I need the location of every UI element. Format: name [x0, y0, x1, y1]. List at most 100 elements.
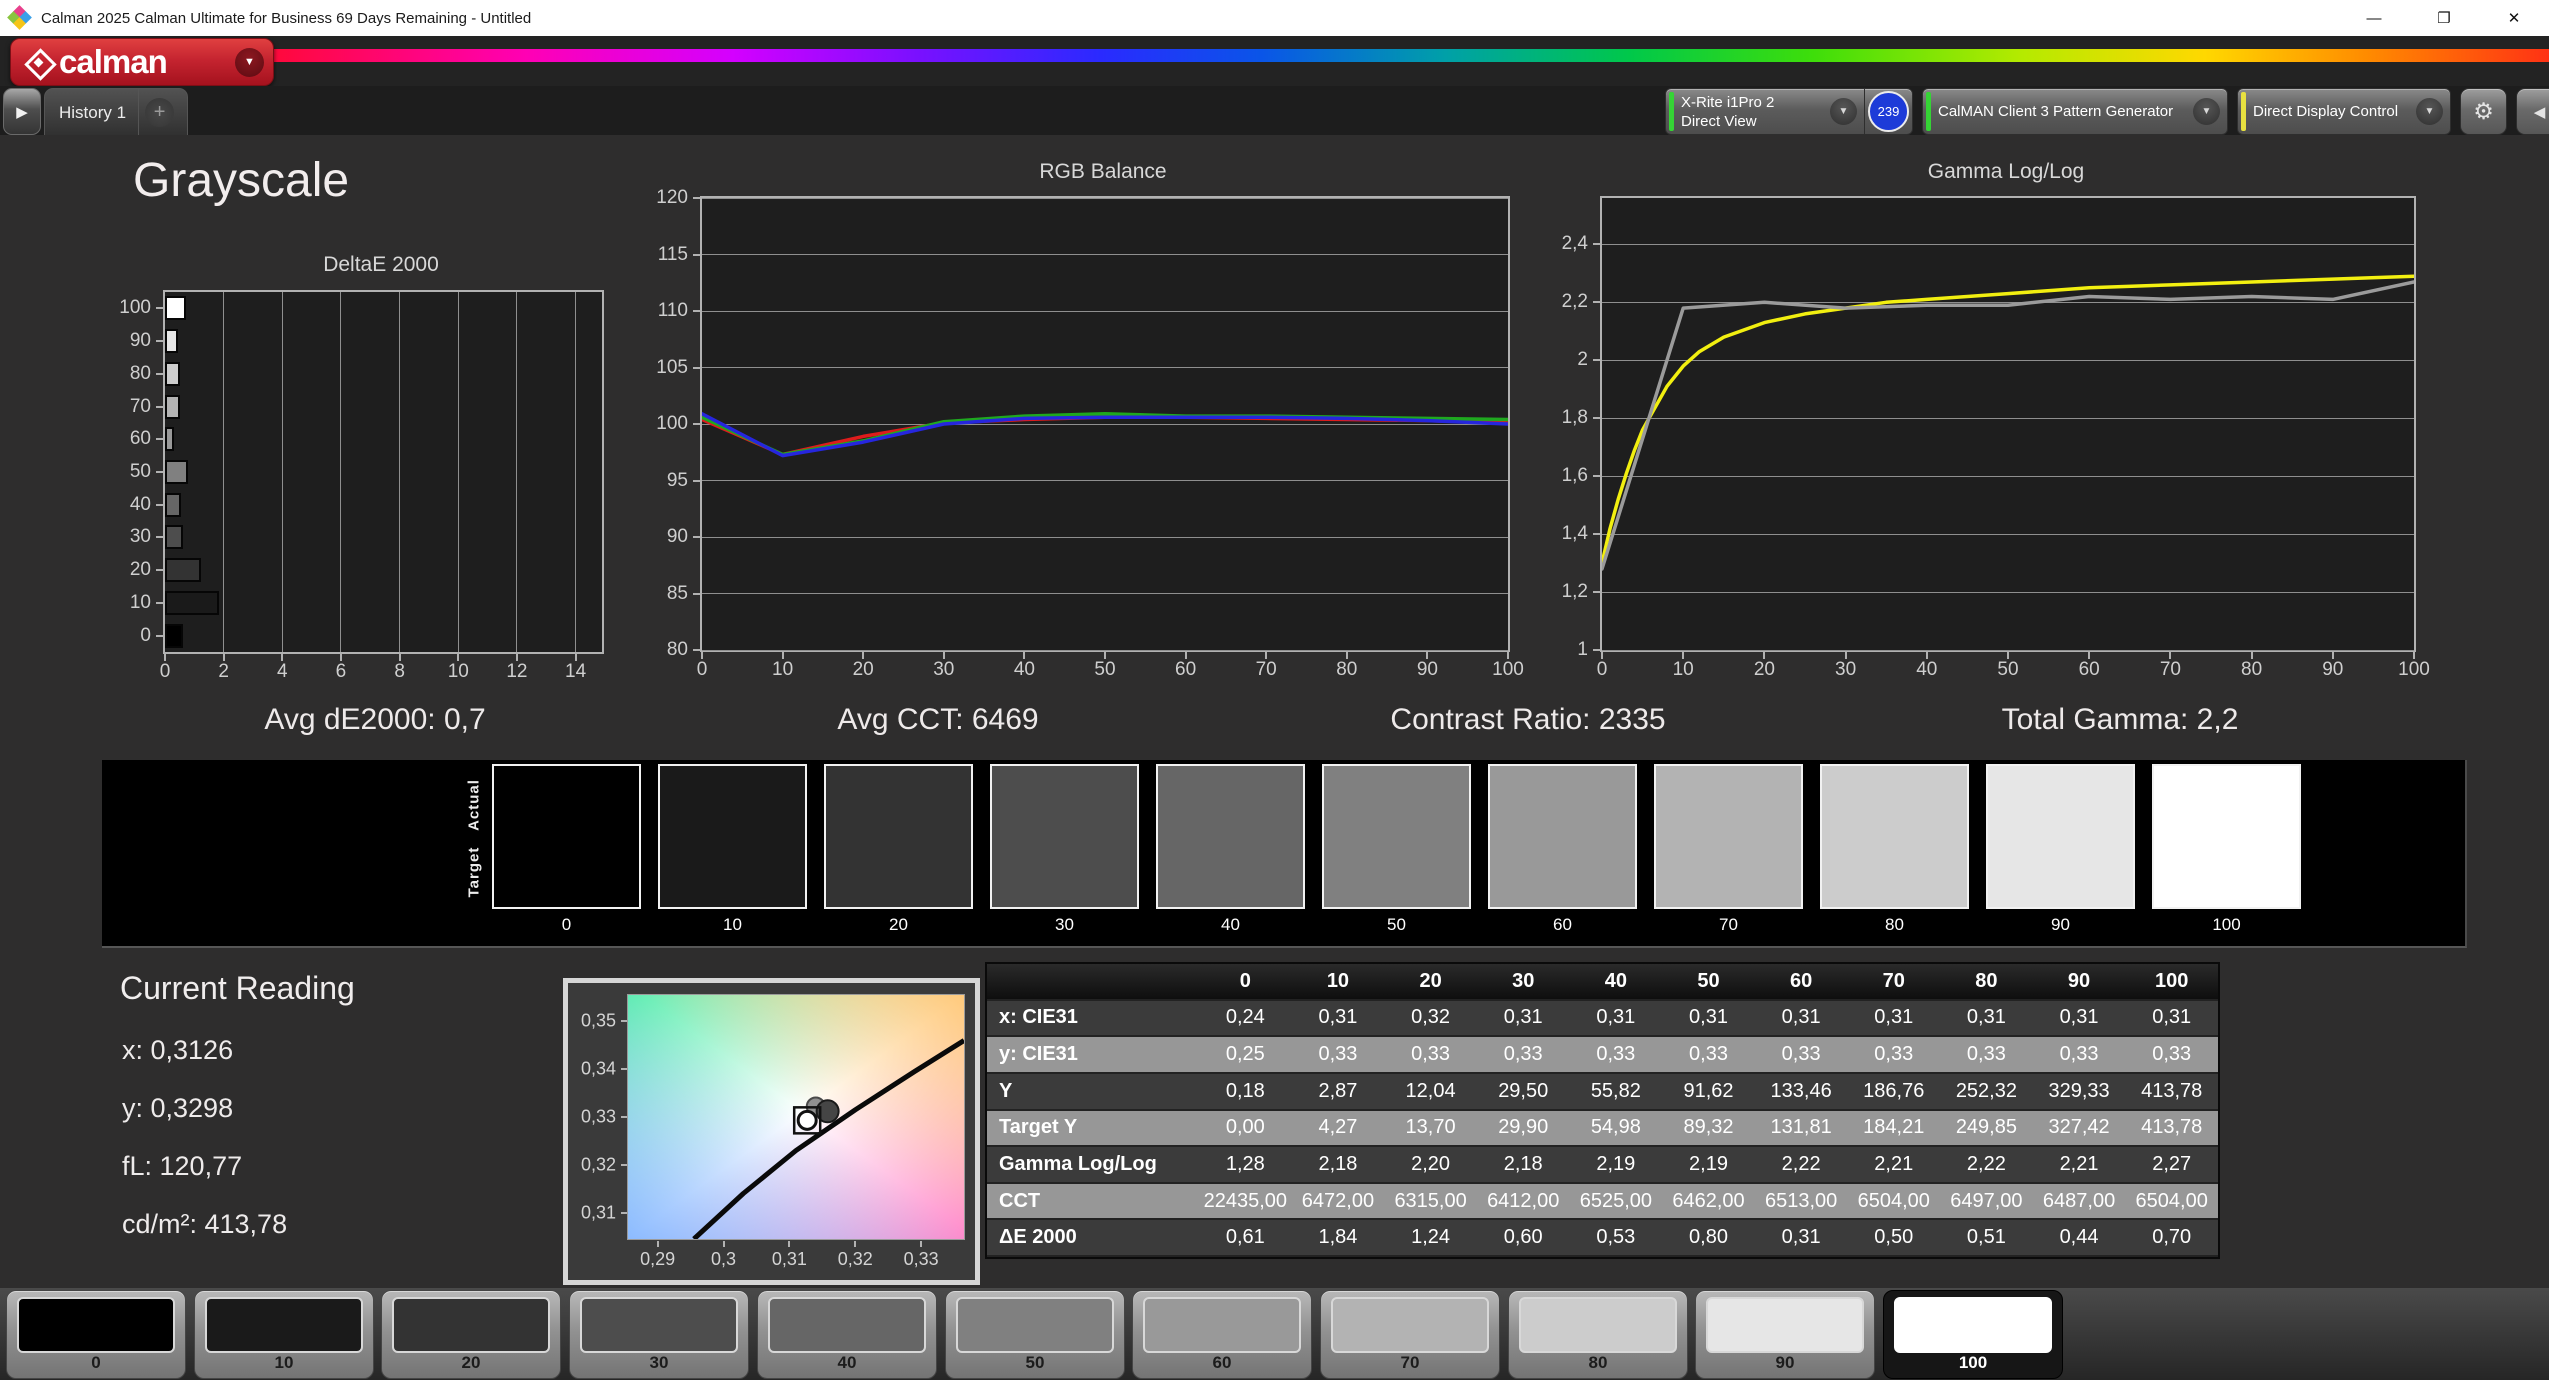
- close-icon[interactable]: ✕: [2479, 0, 2549, 36]
- deltae-bar-100: [165, 296, 186, 321]
- pattern-patch-40: [768, 1297, 926, 1353]
- deltae-bar-50: [165, 460, 189, 484]
- display-control-caret-icon[interactable]: ▼: [2416, 98, 2443, 125]
- calman-menu-caret-icon[interactable]: ▼: [235, 47, 264, 77]
- logo-bar: calman ▼: [0, 36, 2549, 86]
- calman-app-icon: [7, 5, 32, 30]
- table-row: CCT 22435,00 6472,00 6315,00 6412,00 6525,00 6…: [987, 1183, 2218, 1221]
- grayscale-swatch-70: [1654, 764, 1803, 909]
- grayscale-swatch-40: [1156, 764, 1305, 909]
- grayscale-swatch-50: [1322, 764, 1471, 909]
- pattern-button-40[interactable]: 40: [757, 1290, 937, 1379]
- swatch-label-10: 10: [723, 915, 742, 934]
- tab-bar: ▶ History 1 + X-Rite i1Pro 2 Direct View…: [0, 86, 2549, 136]
- page-title: Grayscale: [133, 154, 350, 207]
- deltae-bar-30: [165, 525, 183, 550]
- collapse-panel-icon[interactable]: ◀: [2516, 88, 2549, 135]
- current-reading-title: Current Reading: [120, 970, 355, 1006]
- titlebar: Calman 2025 Calman Ultimate for Business…: [0, 0, 2549, 36]
- swatch-label-80: 80: [1885, 915, 1904, 934]
- gamma-chart: 1 1,2 1,4 1,6 1,8 2 2,2 2,4 0 10 20 30 40 50 60 70 80 90 1…: [1562, 196, 2430, 680]
- pattern-generator-label: CalMAN Client 3 Pattern Generator: [1938, 103, 2174, 120]
- pattern-button-10[interactable]: 10: [194, 1290, 374, 1379]
- pattern-patch-100: [1894, 1297, 2052, 1353]
- minimize-icon[interactable]: —: [2339, 0, 2409, 36]
- deltae-bar-20: [165, 558, 202, 583]
- meter-caret-icon[interactable]: ▼: [1830, 98, 1857, 125]
- pattern-bar: ▲ ■ ▶ [··] ∞ ↻ « Back Next » 01020304050…: [0, 1288, 2549, 1380]
- pattern-label-10: 10: [274, 1353, 294, 1372]
- meter-dropdown[interactable]: X-Rite i1Pro 2 Direct View ▼ 239: [1665, 88, 1913, 135]
- pattern-generator-status-bar: [1926, 92, 1931, 131]
- deltae-chart-title: DeltaE 2000: [323, 253, 439, 276]
- cie-target-point: [796, 1109, 818, 1131]
- restore-icon[interactable]: ❐: [2409, 0, 2479, 36]
- table-row: Y 0,18 2,87 12,04 29,50 55,82 91,62 133,46 186,7…: [987, 1073, 2218, 1111]
- grayscale-swatch-90: [1986, 764, 2135, 909]
- pattern-button-80[interactable]: 80: [1508, 1290, 1688, 1379]
- pattern-button-70[interactable]: 70: [1320, 1290, 1500, 1379]
- calman-menu-button[interactable]: calman ▼: [10, 38, 274, 86]
- settings-gear-icon[interactable]: ⚙: [2460, 88, 2507, 135]
- swatch-label-100: 100: [2212, 915, 2241, 934]
- grayscale-swatch-60: [1488, 764, 1637, 909]
- grayscale-swatch-0: [492, 764, 641, 909]
- rgb-chart-title: RGB Balance: [1039, 160, 1167, 183]
- deltae-bar-0: [165, 623, 183, 648]
- window-title: Calman 2025 Calman Ultimate for Business…: [41, 9, 532, 27]
- grayscale-swatch-100: [2152, 764, 2301, 909]
- grayscale-swatch-80: [1820, 764, 1969, 909]
- pattern-label-20: 20: [461, 1353, 481, 1372]
- grayscale-swatch-30: [990, 764, 1139, 909]
- pattern-patch-10: [205, 1297, 363, 1353]
- pattern-patch-50: [956, 1297, 1114, 1353]
- reading-y: y: 0,3298: [122, 1093, 234, 1123]
- swatch-label-30: 30: [1055, 915, 1074, 934]
- pattern-generator-caret-icon[interactable]: ▼: [2193, 98, 2220, 125]
- pattern-button-30[interactable]: 30: [569, 1290, 749, 1379]
- swatch-label-50: 50: [1387, 915, 1406, 934]
- tab-history-1[interactable]: History 1 +: [44, 88, 188, 136]
- meter-mode: Direct View: [1681, 112, 1757, 130]
- deltae-bar-60: [165, 427, 175, 452]
- stat-avg-cct: Avg CCT: 6469: [837, 703, 1039, 736]
- grayscale-swatch-20: [824, 764, 973, 909]
- calman-diamond-icon: [24, 48, 57, 81]
- calman-window: Calman 2025 Calman Ultimate for Business…: [0, 0, 2549, 1380]
- table-row: Target Y 0,00 4,27 13,70 29,90 54,98 89,32 131,…: [987, 1110, 2218, 1148]
- grayscale-swatch-10: [658, 764, 807, 909]
- pattern-patch-90: [1706, 1297, 1864, 1353]
- reading-cdm2: cd/m²: 413,78: [122, 1209, 288, 1239]
- reading-x: x: 0,3126: [122, 1035, 234, 1065]
- workflow-nav-button[interactable]: ▶: [3, 88, 41, 135]
- deltae-bar-40: [165, 492, 181, 517]
- deltae-bar-80: [165, 361, 180, 386]
- display-control-dropdown[interactable]: Direct Display Control ▼: [2237, 88, 2451, 135]
- pattern-button-20[interactable]: 20: [381, 1290, 561, 1379]
- stat-contrast-ratio: Contrast Ratio: 2335: [1390, 703, 1666, 736]
- pattern-button-100[interactable]: 100: [1883, 1290, 2063, 1379]
- pattern-button-90[interactable]: 90: [1695, 1290, 1875, 1379]
- pattern-generator-dropdown[interactable]: CalMAN Client 3 Pattern Generator ▼: [1922, 88, 2228, 135]
- main-content: Grayscale DeltaE 2000 0 2 4 6 8 10 12 14 100 90 80…: [0, 135, 2549, 1288]
- calman-logo-text: calman: [59, 43, 168, 80]
- table-row: ΔE 2000 0,61 1,84 1,24 0,60 0,53 0,80 0,31 0,50 0…: [987, 1220, 2218, 1257]
- target-row-label: Target: [465, 846, 483, 898]
- swatch-label-20: 20: [889, 915, 908, 934]
- pattern-label-60: 60: [1212, 1353, 1232, 1372]
- meter-badge-box: 239: [1864, 89, 1912, 134]
- pattern-patch-70: [1331, 1297, 1489, 1353]
- pattern-button-50[interactable]: 50: [945, 1290, 1125, 1379]
- pattern-label-0: 0: [91, 1353, 101, 1372]
- pattern-label-40: 40: [837, 1353, 857, 1372]
- swatch-label-90: 90: [2051, 915, 2070, 934]
- pattern-patch-60: [1143, 1297, 1301, 1353]
- pattern-button-0[interactable]: 0: [6, 1290, 186, 1379]
- table-row: Gamma Log/Log 1,28 2,18 2,20 2,18 2,19 2,19 2,2…: [987, 1147, 2218, 1184]
- pattern-button-60[interactable]: 60: [1132, 1290, 1312, 1379]
- tab-divider: [138, 89, 140, 136]
- display-control-status-bar: [2241, 92, 2246, 131]
- pattern-patch-30: [580, 1297, 738, 1353]
- meter-count-badge: 239: [1868, 91, 1909, 132]
- add-tab-button[interactable]: +: [145, 98, 175, 127]
